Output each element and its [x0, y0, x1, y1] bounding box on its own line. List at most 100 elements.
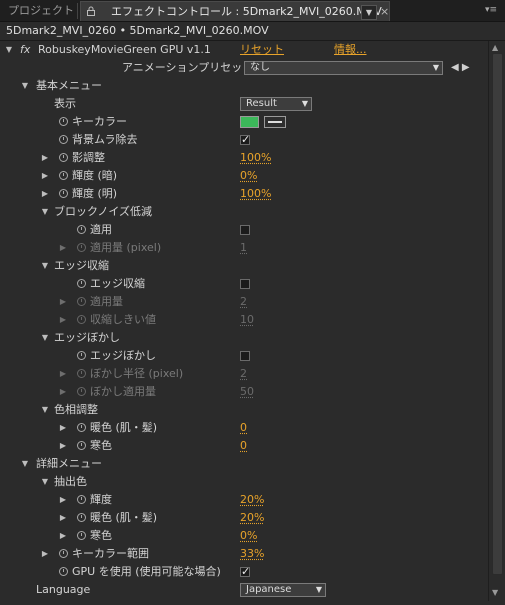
bg-unevenness-checkbox[interactable]	[240, 131, 250, 149]
param-label: 輝度	[90, 493, 112, 506]
expand-triangle-icon[interactable]: ▶	[40, 545, 50, 563]
stopwatch-icon[interactable]	[59, 117, 68, 126]
scrollbar-thumb[interactable]	[492, 53, 503, 575]
shadow-adjust-value[interactable]: 100%	[240, 149, 271, 167]
blur-radius-value: 2	[240, 367, 247, 380]
stopwatch-icon[interactable]	[77, 423, 86, 432]
cool-value[interactable]: 0	[240, 437, 247, 455]
panel-tab-bar: プロジェクト エフェクトコントロール : 5Dmark2_MVI_0260.MO…	[0, 0, 505, 22]
param-label: 暖色 (肌・髪)	[90, 421, 158, 434]
expand-triangle-icon[interactable]: ▶	[40, 185, 50, 203]
chevron-down-icon: ▼	[432, 63, 439, 72]
stopwatch-icon	[77, 243, 86, 252]
luminance-value[interactable]: 20%	[240, 491, 264, 509]
cool2-value[interactable]: 0%	[240, 527, 257, 545]
vertical-scrollbar[interactable]: ▲ ▼	[488, 41, 505, 601]
expand-triangle-icon: ▶	[59, 369, 67, 378]
stopwatch-icon[interactable]	[77, 531, 86, 540]
group-hue-adjust[interactable]: ▼ 色相調整	[0, 401, 487, 419]
param-label: Language	[36, 583, 91, 596]
param-label: 寒色	[90, 439, 112, 452]
param-warm-skin-hair: ▶ 暖色 (肌・髪) 0	[0, 419, 487, 437]
collapse-triangle-icon[interactable]: ▼	[40, 257, 50, 275]
group-edge-blur[interactable]: ▼ エッジぼかし	[0, 329, 487, 347]
language-select[interactable]: Japanese ▼	[240, 583, 326, 597]
apply-checkbox[interactable]	[240, 225, 250, 235]
stopwatch-icon[interactable]	[59, 549, 68, 558]
collapse-triangle-icon[interactable]: ▼	[40, 401, 50, 419]
effect-name: RobuskeyMovieGreen GPU v1.1	[38, 43, 211, 56]
expand-triangle-icon[interactable]: ▶	[40, 167, 50, 185]
tab-project[interactable]: プロジェクト	[0, 1, 74, 21]
group-label: 色相調整	[54, 403, 98, 416]
group-basic-menu[interactable]: ▼ 基本メニュー	[0, 77, 487, 95]
group-detail-menu[interactable]: ▼ 詳細メニュー	[0, 455, 487, 473]
scroll-up-icon[interactable]: ▲	[492, 43, 498, 52]
preset-nav-arrows-icon[interactable]: ◀ ▶	[451, 59, 470, 77]
warm2-value[interactable]: 20%	[240, 509, 264, 527]
stopwatch-icon[interactable]	[59, 135, 68, 144]
about-link[interactable]: 情報...	[334, 41, 367, 59]
use-gpu-checkbox[interactable]	[240, 563, 250, 581]
eyedropper-icon[interactable]	[264, 116, 286, 128]
collapse-triangle-icon[interactable]: ▼	[20, 455, 30, 473]
fx-toggle-icon[interactable]: fx	[20, 41, 30, 59]
param-cool2: ▶ 寒色 0%	[0, 527, 487, 545]
animation-preset-row: アニメーションプリセット : なし ▼ ◀ ▶	[0, 59, 487, 77]
edge-blur-checkbox[interactable]	[240, 351, 250, 361]
stopwatch-icon	[77, 297, 86, 306]
param-label: ぼかし半径 (pixel)	[90, 367, 184, 380]
brightness-light-value[interactable]: 100%	[240, 185, 271, 203]
stopwatch-icon[interactable]	[77, 279, 86, 288]
group-extract-color[interactable]: ▼ 抽出色	[0, 473, 487, 491]
key-color-range-value[interactable]: 33%	[240, 545, 264, 563]
tab-effect-controls[interactable]: エフェクトコントロール : 5Dmark2_MVI_0260.MOV ▼ ×	[80, 1, 390, 21]
expand-triangle-icon[interactable]: ▶	[58, 527, 68, 545]
warm-skin-hair-value[interactable]: 0	[240, 419, 247, 437]
expand-triangle-icon[interactable]: ▶	[40, 149, 50, 167]
edge-shrink-checkbox[interactable]	[240, 279, 250, 289]
brightness-dark-value[interactable]: 0%	[240, 167, 257, 185]
reset-link[interactable]: リセット	[240, 41, 284, 59]
layer-dropdown-icon[interactable]: ▼	[361, 5, 377, 20]
group-edge-shrink[interactable]: ▼ エッジ収縮	[0, 257, 487, 275]
param-label: 寒色	[90, 529, 112, 542]
animation-preset-value: なし	[250, 62, 270, 73]
param-edge-shrink-amount: ▶ 適用量 2	[0, 293, 487, 311]
stopwatch-icon[interactable]	[77, 495, 86, 504]
collapse-triangle-icon[interactable]: ▼	[20, 77, 30, 95]
display-select[interactable]: Result ▼	[240, 97, 312, 111]
collapse-triangle-icon[interactable]: ▼	[4, 41, 14, 59]
key-color-swatch[interactable]	[240, 116, 259, 128]
effect-controls-panel: ▼ fx RobuskeyMovieGreen GPU v1.1 リセット 情報…	[0, 41, 487, 605]
stopwatch-icon[interactable]	[77, 225, 86, 234]
collapse-triangle-icon[interactable]: ▼	[40, 473, 50, 491]
param-key-color-range: ▶ キーカラー範囲 33%	[0, 545, 487, 563]
shrink-threshold-value: 10	[240, 313, 254, 326]
group-block-noise[interactable]: ▼ ブロックノイズ低減	[0, 203, 487, 221]
animation-preset-select[interactable]: なし ▼	[244, 61, 443, 75]
expand-triangle-icon[interactable]: ▶	[58, 437, 68, 455]
stopwatch-icon[interactable]	[59, 189, 68, 198]
stopwatch-icon[interactable]	[59, 567, 68, 576]
expand-triangle-icon[interactable]: ▶	[58, 419, 68, 437]
panel-menu-icon[interactable]: ▾≡	[485, 4, 499, 16]
stopwatch-icon[interactable]	[77, 441, 86, 450]
collapse-triangle-icon[interactable]: ▼	[40, 329, 50, 347]
stopwatch-icon[interactable]	[59, 153, 68, 162]
expand-triangle-icon: ▶	[59, 315, 67, 324]
breadcrumb: 5Dmark2_MVI_0260 • 5Dmark2_MVI_0260.MOV	[6, 24, 269, 37]
lock-icon[interactable]	[86, 6, 96, 16]
param-label: エッジ収縮	[90, 277, 145, 290]
stopwatch-icon[interactable]	[59, 171, 68, 180]
collapse-triangle-icon[interactable]: ▼	[40, 203, 50, 221]
scroll-down-icon[interactable]: ▼	[492, 588, 498, 597]
param-label: 暖色 (肌・髪)	[90, 511, 158, 524]
stopwatch-icon[interactable]	[77, 513, 86, 522]
stopwatch-icon[interactable]	[77, 351, 86, 360]
expand-triangle-icon[interactable]: ▶	[58, 491, 68, 509]
param-cool: ▶ 寒色 0	[0, 437, 487, 455]
expand-triangle-icon[interactable]: ▶	[58, 509, 68, 527]
close-tab-icon[interactable]: ×	[380, 2, 389, 21]
param-edge-shrink: エッジ収縮	[0, 275, 487, 293]
